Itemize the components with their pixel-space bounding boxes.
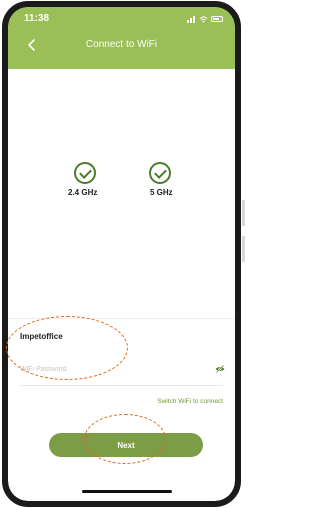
band-label: 2.4 GHz bbox=[68, 188, 98, 197]
annotation-ellipse bbox=[84, 414, 166, 464]
page-title: Connect to WiFi bbox=[85, 39, 158, 50]
side-button bbox=[242, 236, 245, 262]
check-circle-icon bbox=[149, 162, 171, 184]
password-underline bbox=[20, 385, 223, 386]
status-time: 11:38 bbox=[24, 13, 50, 24]
switch-wifi-link[interactable]: Switch WiFi to connect bbox=[157, 398, 223, 405]
signal-icon bbox=[187, 15, 196, 23]
annotation-ellipse bbox=[6, 316, 128, 380]
check-circle-icon bbox=[74, 162, 96, 184]
wifi-icon bbox=[199, 15, 208, 23]
home-indicator bbox=[82, 490, 172, 493]
app-header: 11:38 Connect to WiFi bbox=[8, 7, 235, 69]
side-button bbox=[242, 200, 245, 226]
status-icons bbox=[187, 14, 223, 24]
band-label: 5 GHz bbox=[150, 188, 173, 197]
eye-off-icon[interactable] bbox=[215, 365, 225, 373]
battery-icon bbox=[211, 16, 223, 22]
